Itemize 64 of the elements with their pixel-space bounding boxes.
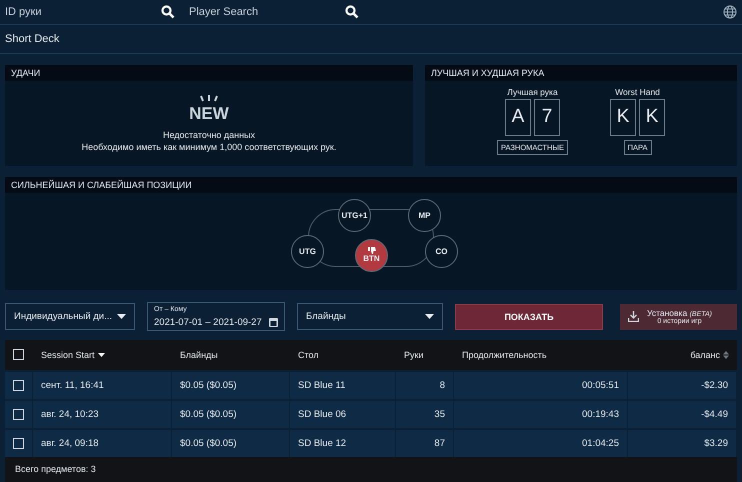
calendar-icon[interactable] (269, 317, 278, 328)
table-cell: авг. 24, 09:18 (33, 428, 172, 457)
blinds-dropdown[interactable]: Блайнды (297, 303, 443, 330)
mode-dropdown[interactable]: Индивидуальный ди... (5, 303, 135, 330)
playing-card: A (505, 98, 531, 136)
table-cell: SD Blue 06 (290, 398, 396, 428)
panel-title: УДАЧИ (11, 68, 40, 78)
playing-card: 7 (534, 98, 560, 136)
detail-text: Необходимо иметь как минимум 1,000 соответствующих рук. (82, 142, 336, 152)
table-cell: сент. 11, 16:41 (33, 370, 172, 399)
caret-icon (117, 314, 126, 320)
game-title: Short Deck (5, 33, 60, 45)
column-header[interactable]: Session Start (33, 340, 172, 370)
position-seat: CO (425, 234, 458, 268)
position-seat: UTG+1 (338, 198, 371, 232)
column-header[interactable]: баланс (628, 340, 737, 370)
table-cell: $0.05 ($0.05) (172, 370, 290, 399)
message-text: Недостаточно данных (162, 130, 256, 140)
table-cell: $3.29 (628, 428, 737, 457)
position-seat: UTG (291, 234, 324, 268)
panel-title: СИЛЬНЕЙШАЯ И СЛАБЕЙШАЯ ПОЗИЦИИ (11, 180, 192, 190)
date-range-value: 2021-07-01 – 2021-09-27 (154, 316, 263, 328)
download-icon (628, 311, 639, 322)
column-header[interactable]: Стол (290, 340, 396, 370)
panel-title: ЛУЧШАЯ И ХУДШАЯ РУКА (431, 68, 544, 78)
sort-icon (723, 350, 729, 359)
playing-card: K (639, 98, 666, 136)
table-cell: 00:05:51 (454, 370, 628, 399)
total-count: Всего предметов: 3 (15, 464, 96, 474)
player-search-field[interactable]: Player Search (189, 6, 329, 18)
table-cell: 8 (396, 370, 454, 399)
table-cell: SD Blue 11 (290, 370, 396, 399)
hand-label: Worst Hand (615, 86, 660, 97)
column-header[interactable]: Руки (396, 340, 454, 370)
table-cell: 35 (396, 398, 454, 428)
position-seat: MP (408, 198, 441, 232)
table-cell: -$2.30 (628, 370, 737, 399)
show-button[interactable]: ПОКАЗАТЬ (455, 304, 603, 330)
hand-label: Лучшая рука (507, 86, 558, 97)
table-cell: $0.05 ($0.05) (172, 398, 290, 428)
table-cell: 01:04:25 (454, 428, 628, 457)
hand-id-search-field[interactable]: ID руки (5, 6, 145, 18)
table-cell: 87 (396, 428, 454, 457)
sort-icon (98, 352, 105, 357)
column-header[interactable]: Блайнды (172, 340, 290, 370)
caret-icon (425, 314, 434, 320)
globe-icon[interactable] (723, 5, 737, 20)
row-checkbox[interactable] (13, 408, 24, 420)
search-icon[interactable] (345, 5, 359, 20)
column-header[interactable]: Продолжительность (454, 340, 628, 370)
search-icon[interactable] (161, 5, 175, 20)
thumbs-down-icon (368, 247, 376, 254)
row-checkbox[interactable] (13, 438, 24, 449)
table-cell: 00:19:43 (454, 398, 628, 428)
position-seat: BTN (355, 238, 388, 272)
table-cell: -$4.49 (628, 398, 737, 428)
table-cell: $0.05 ($0.05) (172, 428, 290, 457)
table-cell: авг. 24, 10:23 (33, 398, 172, 428)
playing-card: K (610, 98, 636, 136)
new-label: NEW (189, 104, 229, 124)
sparkle-icon (198, 94, 220, 102)
select-all-checkbox[interactable] (13, 349, 24, 360)
row-checkbox[interactable] (13, 380, 24, 391)
table-cell: SD Blue 12 (290, 428, 396, 457)
